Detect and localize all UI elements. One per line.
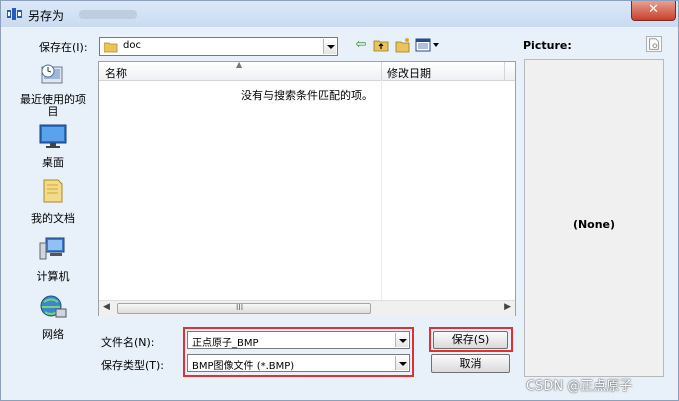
place-computer[interactable]: 计算机 [9, 235, 97, 284]
place-network[interactable]: 网络 [9, 293, 97, 342]
preview-pane: (None) [524, 59, 664, 377]
place-computer-label: 计算机 [36, 270, 70, 283]
scroll-left-icon[interactable]: ◀ [103, 302, 110, 312]
column-separator[interactable] [381, 62, 382, 80]
column-separator[interactable] [504, 62, 505, 80]
chevron-down-icon[interactable] [395, 333, 408, 347]
chevron-down-icon[interactable] [395, 356, 408, 370]
place-documents-label: 我的文档 [31, 212, 75, 225]
filetype-value: BMP图像文件 (*.BMP) [192, 361, 295, 372]
desktop-icon [39, 124, 67, 148]
place-recent-label: 最近使用的项目 [20, 93, 86, 118]
documents-icon [43, 179, 63, 203]
horizontal-scrollbar[interactable]: ◀ III ▶ [99, 300, 515, 316]
column-name[interactable]: 名称 [105, 65, 127, 81]
filename-label: 文件名(N): [101, 336, 155, 349]
column-divider [381, 80, 382, 300]
save-in-label: 保存在(I): [39, 41, 88, 54]
filetype-label: 保存类型(T): [101, 359, 165, 372]
places-bar: 最近使用的项目 桌面 我的文档 计算机 网络 [9, 59, 97, 349]
save-in-value: doc [123, 40, 141, 51]
place-documents[interactable]: 我的文档 [9, 177, 97, 226]
save-as-dialog: 另存为 ✕ 保存在(I): doc ⇦ 最近使用的项目 桌面 我的文档 计算机 … [0, 0, 679, 401]
save-in-dropdown[interactable]: doc [99, 37, 338, 56]
back-arrow-icon[interactable]: ⇦ [353, 37, 369, 53]
folder-icon [104, 42, 118, 53]
title-bar[interactable]: 另存为 ✕ [1, 1, 678, 27]
scroll-right-icon[interactable]: ▶ [504, 302, 511, 312]
empty-message: 没有与搜索条件匹配的项。 [241, 89, 373, 102]
file-list-header: ▲ 名称 修改日期 [99, 60, 515, 81]
view-menu-icon[interactable] [415, 37, 441, 53]
file-list[interactable]: ▲ 名称 修改日期 没有与搜索条件匹配的项。 ◀ III ▶ [98, 60, 516, 316]
filetype-dropdown[interactable]: BMP图像文件 (*.BMP) [187, 354, 410, 372]
app-icon [7, 8, 22, 20]
cancel-button[interactable]: 取消 [431, 354, 510, 373]
computer-icon [39, 237, 65, 260]
network-icon [40, 295, 67, 318]
preview-toggle-icon[interactable] [646, 36, 662, 52]
preview-placeholder: (None) [572, 218, 616, 231]
close-button[interactable]: ✕ [631, 1, 676, 21]
chevron-down-icon[interactable] [323, 39, 336, 54]
window-title: 另存为 [28, 9, 65, 23]
place-recent-items[interactable]: 最近使用的项目 [9, 61, 97, 118]
place-network-label: 网络 [42, 328, 64, 341]
filename-value: 正点原子_BMP [192, 338, 259, 349]
filename-input[interactable]: 正点原子_BMP [187, 331, 410, 349]
watermark: CSDN @正点原子 [526, 379, 633, 394]
place-desktop[interactable]: 桌面 [9, 121, 97, 170]
scrollbar-grip: III [236, 303, 244, 312]
place-desktop-label: 桌面 [42, 156, 64, 169]
save-button[interactable]: 保存(S) [433, 331, 508, 349]
sort-ascending-icon: ▲ [236, 60, 243, 69]
title-redacted [79, 10, 137, 19]
preview-title: Picture: [523, 39, 572, 52]
column-modified-date[interactable]: 修改日期 [387, 65, 431, 81]
up-folder-icon[interactable] [373, 37, 389, 53]
recent-items-icon [41, 64, 63, 84]
new-folder-icon[interactable] [395, 37, 411, 53]
scrollbar-thumb[interactable]: III [117, 303, 371, 314]
